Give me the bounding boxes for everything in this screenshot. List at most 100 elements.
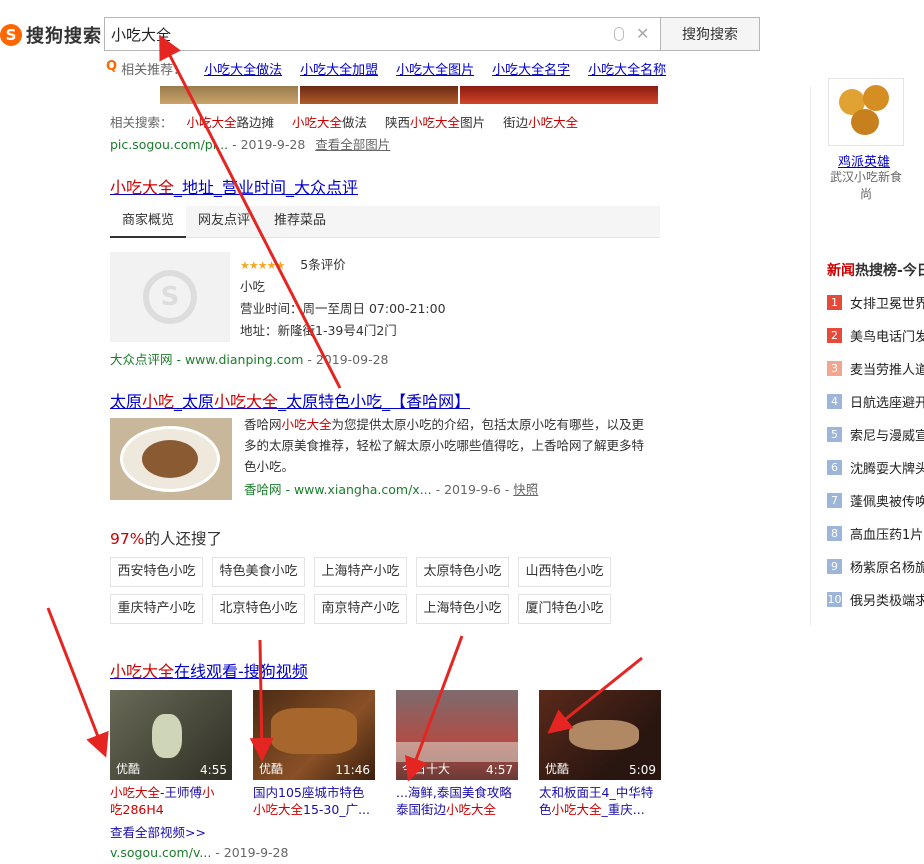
also-searched-label: 的人还搜了 xyxy=(144,530,222,548)
hot-news-item[interactable]: 4 日航选座避开 xyxy=(827,392,924,411)
caption-text: 吃286H4 xyxy=(110,802,164,817)
related-search-link[interactable]: 街边小吃大全 xyxy=(503,115,578,130)
result-title-videos[interactable]: 小吃大全在线观看-搜狗视频 xyxy=(110,658,308,682)
related-searches: 相关搜索： 小吃大全路边摊 小吃大全做法 陕西小吃大全图片 街边小吃大全 xyxy=(110,112,578,131)
rank-badge: 6 xyxy=(827,460,842,475)
also-searched-tag[interactable]: 太原特色小吃 xyxy=(416,557,509,587)
also-searched-tag[interactable]: 西安特色小吃 xyxy=(110,557,203,587)
title-text: 太原 xyxy=(110,392,143,411)
video-caption[interactable]: ...海鲜,泰国美食攻略 泰国街边小吃大全 xyxy=(396,784,522,818)
also-searched-tag[interactable]: 山西特色小吃 xyxy=(518,557,611,587)
video-source: 优酷 xyxy=(545,762,570,776)
caption-text: -王师傅 xyxy=(160,785,203,800)
highlight: 小吃大全 xyxy=(186,115,237,130)
hot-news-item[interactable]: 5 索尼与漫威宣 xyxy=(827,425,924,444)
related-link[interactable]: 小吃大全名称 xyxy=(588,59,666,78)
rank-badge: 3 xyxy=(827,361,842,376)
caption-text: 15-30_广... xyxy=(303,802,371,817)
rank-badge: 5 xyxy=(827,427,842,442)
hot-news-title: 热搜榜-今日 xyxy=(855,263,924,279)
hot-news-title: 索尼与漫威宣 xyxy=(850,429,924,444)
hot-news-title: 沈腾耍大牌头 xyxy=(850,462,924,477)
result-image[interactable] xyxy=(460,86,658,104)
related-search-link[interactable]: 陕西小吃大全图片 xyxy=(385,115,485,130)
result-source: 大众点评网 - www.dianping.com - 2019-09-28 xyxy=(110,349,389,368)
also-searched-tag[interactable]: 厦门特色小吃 xyxy=(518,594,611,624)
result-title-xiangha[interactable]: 太原小吃_太原小吃大全_太原特色小吃_【香哈网】 xyxy=(110,388,470,412)
highlight: 小吃大全 xyxy=(410,115,461,130)
highlight: 小吃大全 xyxy=(110,178,175,197)
rank-badge: 4 xyxy=(827,394,842,409)
microphone-icon[interactable] xyxy=(614,27,624,41)
hot-news-item[interactable]: 10 俄另类极端求 xyxy=(827,590,924,609)
food-card-image[interactable] xyxy=(828,78,904,146)
clear-icon[interactable]: ✕ xyxy=(636,24,649,43)
also-searched-percent: 97% xyxy=(110,530,145,548)
video-frame xyxy=(271,708,357,754)
hot-news-item[interactable]: 9 杨紫原名杨旎 xyxy=(827,557,924,576)
also-searched-tag[interactable]: 特色美食小吃 xyxy=(212,557,305,587)
hot-news-item[interactable]: 2 美鸟电话门发 xyxy=(827,326,924,345)
related-searches-label: 相关搜索： xyxy=(110,115,173,130)
caption-text: 太和板面王4_中华特 xyxy=(539,785,654,800)
link-text: 陕西 xyxy=(385,115,411,130)
food-card-name[interactable]: 鸡派英雄 xyxy=(838,151,890,170)
caption-text: _重庆... xyxy=(601,802,645,817)
search-button[interactable]: 搜狗搜索 xyxy=(660,17,760,51)
all-images-link[interactable]: 查看全部图片 xyxy=(315,137,390,152)
also-searched-tag[interactable]: 上海特产小吃 xyxy=(314,557,407,587)
video-caption[interactable]: 太和板面王4_中华特 色小吃大全_重庆... xyxy=(539,784,665,818)
highlight: 小吃大全 xyxy=(528,115,579,130)
related-link[interactable]: 小吃大全做法 xyxy=(204,59,282,78)
video-frame xyxy=(152,714,182,758)
result-image-noodles[interactable] xyxy=(110,418,232,500)
also-searched-tag[interactable]: 北京特色小吃 xyxy=(212,594,305,624)
related-search-link[interactable]: 小吃大全做法 xyxy=(292,115,367,130)
hot-news-item[interactable]: 7 蓬佩奥被传唤 xyxy=(827,491,924,510)
caption-text: ...海鲜,泰国美食攻略 xyxy=(396,785,512,800)
video-duration: 4:55 xyxy=(200,763,227,777)
result-url: v.sogou.com/v... xyxy=(110,845,212,860)
hot-news-item[interactable]: 1 女排卫冕世界 xyxy=(827,293,924,312)
related-link[interactable]: 小吃大全名字 xyxy=(492,59,570,78)
result-date: - 2019-09-28 xyxy=(303,352,389,367)
hot-news-item[interactable]: 3 麦当劳推人道 xyxy=(827,359,924,378)
result-url: pic.sogou.com/pi... xyxy=(110,137,229,152)
hot-news-item[interactable]: 8 高血压药1片1 xyxy=(827,524,924,543)
search-input[interactable] xyxy=(111,24,591,44)
sogou-logo[interactable]: S 搜狗搜索 xyxy=(0,22,102,48)
tab-dishes[interactable]: 推荐菜品 xyxy=(274,206,326,238)
link-text: 做法 xyxy=(342,115,368,130)
snapshot-link[interactable]: 快照 xyxy=(513,482,538,497)
result-title-dianping[interactable]: 小吃大全_地址_营业时间_大众点评 xyxy=(110,174,358,198)
shop-rating: ★★★★★ 5条评价 xyxy=(240,254,346,273)
related-label: 相关推荐： xyxy=(121,63,187,78)
video-thumbnail[interactable]: 优酷 5:09 xyxy=(539,690,661,780)
shop-thumbnail[interactable]: S xyxy=(110,252,230,342)
all-videos-link[interactable]: 查看全部视频>> xyxy=(110,822,206,841)
video-thumbnail[interactable]: 今日十大 4:57 xyxy=(396,690,518,780)
video-duration: 5:09 xyxy=(629,763,656,777)
result-image[interactable] xyxy=(300,86,458,104)
video-thumbnail[interactable]: 优酷 4:55 xyxy=(110,690,232,780)
video-caption[interactable]: 国内105座城市特色 小吃大全15-30_广... xyxy=(253,784,379,818)
tab-overview[interactable]: 商家概览 xyxy=(110,206,186,238)
hot-news-item[interactable]: 6 沈腾耍大牌头 xyxy=(827,458,924,477)
sogou-logo-icon: S xyxy=(0,24,22,46)
related-link[interactable]: 小吃大全加盟 xyxy=(300,59,378,78)
related-link[interactable]: 小吃大全图片 xyxy=(396,59,474,78)
sidebar-divider xyxy=(810,86,811,626)
tab-reviews[interactable]: 网友点评 xyxy=(198,206,250,238)
video-thumbnail[interactable]: 优酷 11:46 xyxy=(253,690,375,780)
related-search-link[interactable]: 小吃大全路边摊 xyxy=(187,115,275,130)
result-image[interactable] xyxy=(160,86,298,104)
link-text: 路边摊 xyxy=(236,115,275,130)
also-searched-tag[interactable]: 南京特产小吃 xyxy=(314,594,407,624)
review-count: 5条评价 xyxy=(300,257,346,272)
also-searched-tag[interactable]: 重庆特产小吃 xyxy=(110,594,203,624)
video-caption[interactable]: 小吃大全-王师傅小 吃286H4 xyxy=(110,784,236,818)
hot-news-title: 高血压药1片1 xyxy=(850,528,924,543)
also-searched-tag[interactable]: 上海特色小吃 xyxy=(416,594,509,624)
star-rating: ★★★★★ xyxy=(240,259,285,272)
hot-news-title: 俄另类极端求 xyxy=(850,594,924,609)
